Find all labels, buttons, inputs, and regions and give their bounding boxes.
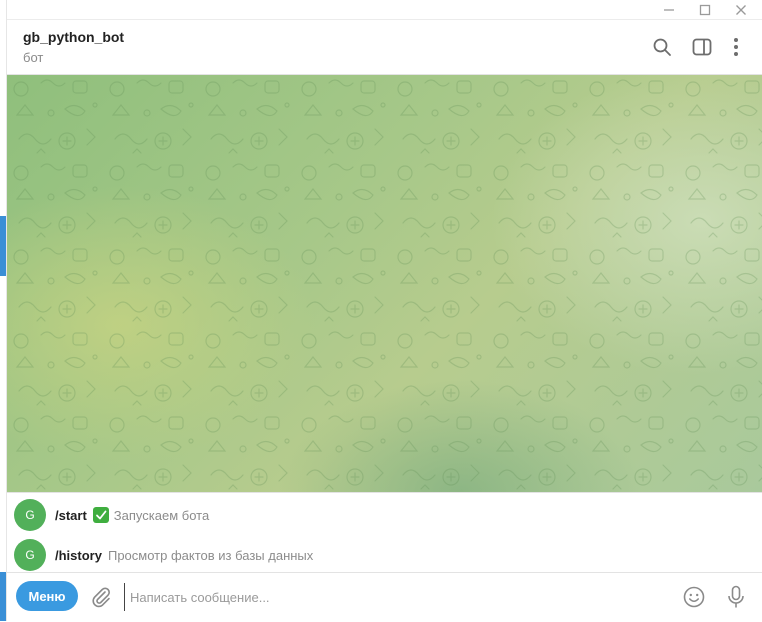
bot-command-list: G /start Запускаем бота G /history Просм… [7, 492, 762, 573]
command-description: Просмотр фактов из базы данных [107, 547, 314, 563]
paperclip-icon[interactable] [89, 585, 113, 609]
chat-background [7, 75, 762, 492]
more-icon[interactable] [723, 34, 749, 60]
chat-header: gb_python_bot бот [7, 20, 762, 75]
message-composer: Меню [7, 572, 762, 622]
search-icon[interactable] [649, 34, 675, 60]
microphone-icon[interactable] [724, 584, 748, 610]
chat-subtitle: бот [23, 50, 44, 65]
menu-button[interactable]: Меню [16, 581, 78, 611]
emoji-icon[interactable] [682, 585, 706, 609]
avatar: G [14, 499, 46, 531]
window-titlebar [7, 0, 762, 20]
close-icon[interactable] [726, 0, 756, 19]
side-panel-icon[interactable] [689, 34, 715, 60]
command-item-history[interactable]: G /history Просмотр фактов из базы данны… [14, 537, 754, 573]
command-name: /history [55, 547, 102, 563]
left-panel-accent [0, 216, 6, 276]
left-panel-edge [0, 0, 7, 621]
command-description: Запускаем бота [113, 507, 210, 523]
command-name: /start [55, 507, 87, 523]
maximize-icon[interactable] [690, 0, 720, 19]
minimize-icon[interactable] [654, 0, 684, 19]
chat-title[interactable]: gb_python_bot [23, 29, 124, 45]
message-input[interactable] [124, 583, 552, 611]
avatar: G [14, 539, 46, 571]
check-mark-icon [92, 507, 109, 523]
doodle-pattern [7, 75, 762, 492]
left-panel-accent [0, 572, 6, 621]
command-item-start[interactable]: G /start Запускаем бота [14, 497, 754, 533]
